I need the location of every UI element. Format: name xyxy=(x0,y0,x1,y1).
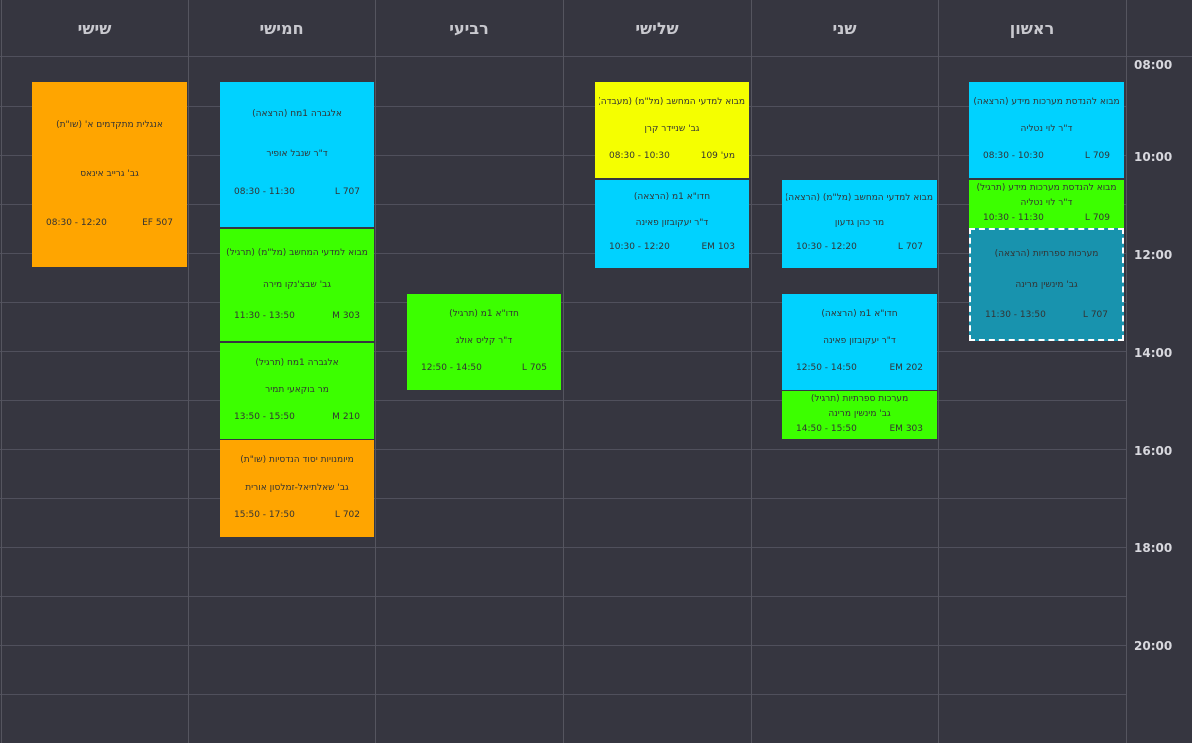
course-time: 15:50 - 17:50 xyxy=(234,510,295,520)
course-room: 210 M xyxy=(332,412,360,422)
course-title: מבוא למדעי המחשב (מל"מ) (מעבדה) xyxy=(599,97,745,107)
grid-line xyxy=(0,56,1192,57)
course-lecturer: ד"ר לוי נטליה xyxy=(1020,124,1073,134)
course-room: 507 EF xyxy=(142,218,173,228)
column-divider xyxy=(188,0,189,743)
course-lecturer: גב' שניידר קרן xyxy=(644,124,700,134)
course-title: מבוא למדעי המחשב (מל"מ) (הרצאה) xyxy=(786,193,933,203)
hour-label: 14:00 xyxy=(1134,346,1173,360)
course-block[interactable]: מבוא למדעי המחשב (מל"מ) (תרגיל) גב' שבצ'… xyxy=(220,229,374,341)
course-room: 702 L xyxy=(334,510,360,520)
course-block[interactable]: מבוא להנדסת מערכות מידע (הרצאה) ד"ר לוי … xyxy=(969,82,1124,178)
course-title: אלגברה 1מח (תרגיל) xyxy=(255,358,339,368)
course-room: 303 EM xyxy=(889,424,923,434)
column-divider xyxy=(1126,0,1127,743)
course-time: 11:30 - 13:50 xyxy=(234,311,295,321)
course-block[interactable]: אלגברה 1מח (הרצאה) ד"ר שנבל אופיר 707 L … xyxy=(220,82,374,227)
course-block[interactable]: מבוא למדעי המחשב (מל"מ) (הרצאה) מר כהן ג… xyxy=(782,180,937,268)
column-divider xyxy=(1,0,2,743)
course-time: 12:50 - 14:50 xyxy=(796,363,857,373)
course-time: 08:30 - 11:30 xyxy=(234,187,295,197)
course-lecturer: ד"ר שנבל אופיר xyxy=(266,149,328,159)
course-block[interactable]: חדו"א 1מ (הרצאה) ד"ר יעקובזון פאינה 103 … xyxy=(595,180,749,268)
course-time: 10:30 - 12:20 xyxy=(796,242,857,252)
course-time: 08:30 - 10:30 xyxy=(983,151,1044,161)
course-room: 705 L xyxy=(521,363,547,373)
course-room: 103 EM xyxy=(701,242,735,252)
course-time: 14:50 - 15:50 xyxy=(796,424,857,434)
day-header-sunday: ראשון xyxy=(1009,18,1055,38)
course-lecturer: גב' שאלתיאל-זמלסון אורית xyxy=(245,483,349,493)
course-title: מבוא למדעי המחשב (מל"מ) (תרגיל) xyxy=(226,248,368,258)
day-header-tuesday: שלישי xyxy=(635,18,679,38)
course-lecturer: ד"ר יעקובזון פאינה xyxy=(635,218,709,228)
course-time: 10:30 - 12:20 xyxy=(609,242,670,252)
hour-label: 20:00 xyxy=(1134,639,1173,653)
course-title: אלגברה 1מח (הרצאה) xyxy=(252,109,342,119)
course-block[interactable]: אנגלית מתקדמים א' (שו"ת) גב' גרייב אינאס… xyxy=(32,82,187,267)
course-title: מערכות ספרתיות (תרגיל) xyxy=(810,394,909,404)
course-room: 709 L xyxy=(1084,151,1110,161)
course-room: מע' 109 xyxy=(700,151,735,161)
course-lecturer: גב' שבצ'נקו מירה xyxy=(262,280,332,290)
hour-label: 12:00 xyxy=(1134,248,1173,262)
course-room: 709 L xyxy=(1084,213,1110,223)
column-divider xyxy=(751,0,752,743)
course-lecturer: ד"ר קליס אולג xyxy=(455,336,513,346)
column-divider xyxy=(375,0,376,743)
day-header-friday: שישי xyxy=(77,18,112,38)
column-divider xyxy=(563,0,564,743)
course-lecturer: גב' גרייב אינאס xyxy=(80,169,139,179)
course-time: 08:30 - 12:20 xyxy=(46,218,107,228)
day-header-thursday: חמישי xyxy=(259,18,304,38)
course-block-selected[interactable]: מערכות ספרתיות (הרצאה) גב' מינשין מרינה … xyxy=(969,228,1124,341)
day-header-monday: שני xyxy=(832,18,857,38)
course-room: 707 L xyxy=(897,242,923,252)
hour-label: 08:00 xyxy=(1134,58,1173,72)
course-lecturer: ד"ר יעקובזון פאינה xyxy=(823,336,896,346)
course-time: 13:50 - 15:50 xyxy=(234,412,295,422)
course-title: מיומנויות יסוד הנדסיות (שו"ת) xyxy=(240,455,354,465)
day-header-wednesday: רביעי xyxy=(449,18,489,38)
course-lecturer: מר כהן גדעון xyxy=(834,218,885,228)
course-time: 11:30 - 13:50 xyxy=(985,310,1046,320)
hour-label: 16:00 xyxy=(1134,444,1173,458)
course-title: חדו"א 1מ (הרצאה) xyxy=(633,192,711,202)
course-lecturer: גב' מינשין מרינה xyxy=(828,409,891,419)
course-block[interactable]: חדו"א 1מ (תרגיל) ד"ר קליס אולג 705 L 12:… xyxy=(407,294,561,390)
course-title: חדו"א 1מ (תרגיל) xyxy=(449,309,519,319)
course-block[interactable]: מבוא להנדסת מערכות מידע (תרגיל) ד"ר לוי … xyxy=(969,180,1124,228)
course-title: חדו"א 1מ (הרצאה) xyxy=(821,309,898,319)
course-lecturer: גב' מינשין מרינה xyxy=(1015,280,1078,290)
course-title: מערכות ספרתיות (הרצאה) xyxy=(994,249,1099,259)
course-block[interactable]: מיומנויות יסוד הנדסיות (שו"ת) גב' שאלתיא… xyxy=(220,440,374,537)
course-block[interactable]: חדו"א 1מ (הרצאה) ד"ר יעקובזון פאינה 202 … xyxy=(782,294,937,390)
course-block[interactable]: מערכות ספרתיות (תרגיל) גב' מינשין מרינה … xyxy=(782,391,937,439)
hour-label: 18:00 xyxy=(1134,541,1173,555)
course-block[interactable]: מבוא למדעי המחשב (מל"מ) (מעבדה) גב' שניי… xyxy=(595,82,749,178)
course-time: 10:30 - 11:30 xyxy=(983,213,1044,223)
course-room: 707 L xyxy=(1082,310,1108,320)
course-block[interactable]: אלגברה 1מח (תרגיל) מר בוקאעי תמיר 210 M … xyxy=(220,343,374,439)
course-title: מבוא להנדסת מערכות מידע (תרגיל) xyxy=(976,183,1117,193)
course-room: 303 M xyxy=(332,311,360,321)
course-lecturer: מר בוקאעי תמיר xyxy=(265,385,329,395)
course-room: 707 L xyxy=(334,187,360,197)
course-title: מבוא להנדסת מערכות מידע (הרצאה) xyxy=(973,97,1120,107)
column-divider xyxy=(938,0,939,743)
course-title: אנגלית מתקדמים א' (שו"ת) xyxy=(56,120,163,130)
hour-label: 10:00 xyxy=(1134,150,1173,164)
course-room: 202 EM xyxy=(889,363,923,373)
course-time: 12:50 - 14:50 xyxy=(421,363,482,373)
course-time: 08:30 - 10:30 xyxy=(609,151,670,161)
course-lecturer: ד"ר לוי נטליה xyxy=(1020,198,1073,208)
